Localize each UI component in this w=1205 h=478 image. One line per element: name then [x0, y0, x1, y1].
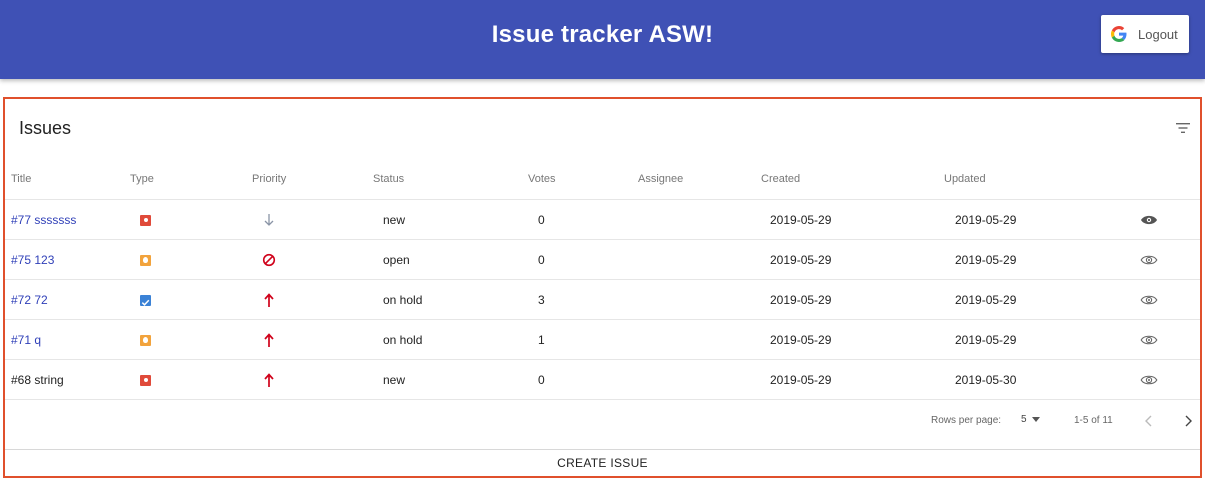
column-header-priority[interactable]: Priority: [252, 173, 286, 185]
issue-priority-cell: [262, 360, 276, 400]
eye-outline-icon[interactable]: [1140, 334, 1158, 346]
issue-updated: 2019-05-29: [955, 293, 1017, 307]
issue-title[interactable]: #71 q: [11, 320, 41, 360]
issue-type-cell: [140, 240, 151, 280]
eye-outline-icon[interactable]: [1140, 374, 1158, 386]
issue-type-cell: [140, 360, 151, 400]
rows-per-page-label: Rows per page:: [931, 415, 1002, 426]
issue-status: open: [383, 253, 410, 267]
arrow-up-icon: [264, 373, 274, 387]
issue-title: #68 string: [11, 373, 64, 387]
issue-updated: 2019-05-29: [955, 333, 1017, 347]
column-header-status[interactable]: Status: [373, 173, 404, 185]
issue-status: on hold: [383, 333, 423, 347]
rows-per-page-value: 5: [1021, 414, 1027, 425]
issue-votes: 0: [538, 213, 545, 227]
issue-votes: 3: [538, 293, 545, 307]
issue-status: on hold: [383, 293, 423, 307]
panel-title: Issues: [19, 118, 72, 138]
issue-type-cell: [140, 280, 151, 320]
issue-priority-cell: [262, 240, 276, 280]
issue-votes: 1: [538, 333, 545, 347]
issue-updated: 2019-05-30: [955, 373, 1017, 387]
pagination-range: 1-5 of 11: [1074, 415, 1113, 426]
app-header: Issue tracker ASW! Logout: [0, 0, 1205, 79]
create-issue-button[interactable]: CREATE ISSUE: [5, 450, 1200, 476]
issue-type-cell: [140, 320, 151, 360]
issue-type-cell: [140, 200, 151, 240]
issue-created: 2019-05-29: [770, 253, 832, 267]
issue-status: new: [383, 373, 406, 387]
issue-votes: 0: [538, 373, 545, 387]
column-header-created[interactable]: Created: [761, 173, 800, 185]
issue-votes: 0: [538, 253, 545, 267]
bug-type-icon: [140, 214, 151, 226]
watch-toggle[interactable]: [1140, 200, 1158, 240]
task-type-icon: [140, 294, 151, 306]
column-header-type[interactable]: Type: [130, 173, 154, 185]
column-header-updated[interactable]: Updated: [944, 173, 986, 185]
issue-title[interactable]: #72 72: [11, 280, 48, 320]
rows-per-page-select[interactable]: 5: [1021, 414, 1040, 425]
arrow-up-icon: [264, 293, 274, 307]
logout-label: Logout: [1138, 26, 1178, 42]
google-g-icon: [1111, 26, 1127, 42]
enhancement-type-icon: [140, 334, 151, 346]
logout-button[interactable]: Logout: [1101, 15, 1189, 53]
issue-priority-cell: [262, 200, 276, 240]
issue-title[interactable]: #77 sssssss: [11, 200, 76, 240]
issue-created: 2019-05-29: [770, 293, 832, 307]
watch-toggle[interactable]: [1140, 280, 1158, 320]
chevron-right-icon[interactable]: [1180, 413, 1196, 429]
issue-title[interactable]: #75 123: [11, 240, 54, 280]
issue-updated: 2019-05-29: [955, 213, 1017, 227]
issue-created: 2019-05-29: [770, 213, 832, 227]
issue-priority-cell: [262, 320, 276, 360]
column-header-votes[interactable]: Votes: [528, 173, 556, 185]
issue-status: new: [383, 213, 406, 227]
bug-type-icon: [140, 374, 151, 386]
issues-panel: Issues Title Type Priority Status Votes …: [3, 97, 1202, 478]
column-header-title[interactable]: Title: [11, 173, 31, 185]
enhancement-type-icon: [140, 254, 151, 266]
dropdown-caret-icon: [1031, 417, 1040, 422]
eye-outline-icon[interactable]: [1140, 294, 1158, 306]
issue-created: 2019-05-29: [770, 333, 832, 347]
watch-toggle[interactable]: [1140, 360, 1158, 400]
arrow-down-icon: [264, 214, 274, 226]
watch-toggle[interactable]: [1140, 240, 1158, 280]
table-row[interactable]: #68 string new 0 2019-05-29 2019-05-30: [5, 360, 1200, 400]
table-row[interactable]: #75 123 open 0 2019-05-29 2019-05-29: [5, 240, 1200, 280]
issue-created: 2019-05-29: [770, 373, 832, 387]
table-row[interactable]: #77 sssssss new 0 2019-05-29 2019-05-29: [5, 200, 1200, 240]
column-header-assignee[interactable]: Assignee: [638, 173, 683, 185]
checkmark-icon: [141, 299, 150, 306]
issue-updated: 2019-05-29: [955, 253, 1017, 267]
table-row[interactable]: #72 72 on hold 3 2019-05-29 2019-05-29: [5, 280, 1200, 320]
arrow-up-icon: [264, 333, 274, 347]
eye-filled-icon[interactable]: [1140, 214, 1158, 226]
table-row[interactable]: #71 q on hold 1 2019-05-29 2019-05-29: [5, 320, 1200, 360]
app-title: Issue tracker ASW!: [491, 21, 714, 48]
blocked-icon: [262, 253, 276, 267]
issue-priority-cell: [262, 280, 276, 320]
watch-toggle[interactable]: [1140, 320, 1158, 360]
eye-outline-icon[interactable]: [1140, 254, 1158, 266]
chevron-left-icon[interactable]: [1141, 413, 1157, 429]
filter-list-icon[interactable]: [1175, 121, 1191, 135]
